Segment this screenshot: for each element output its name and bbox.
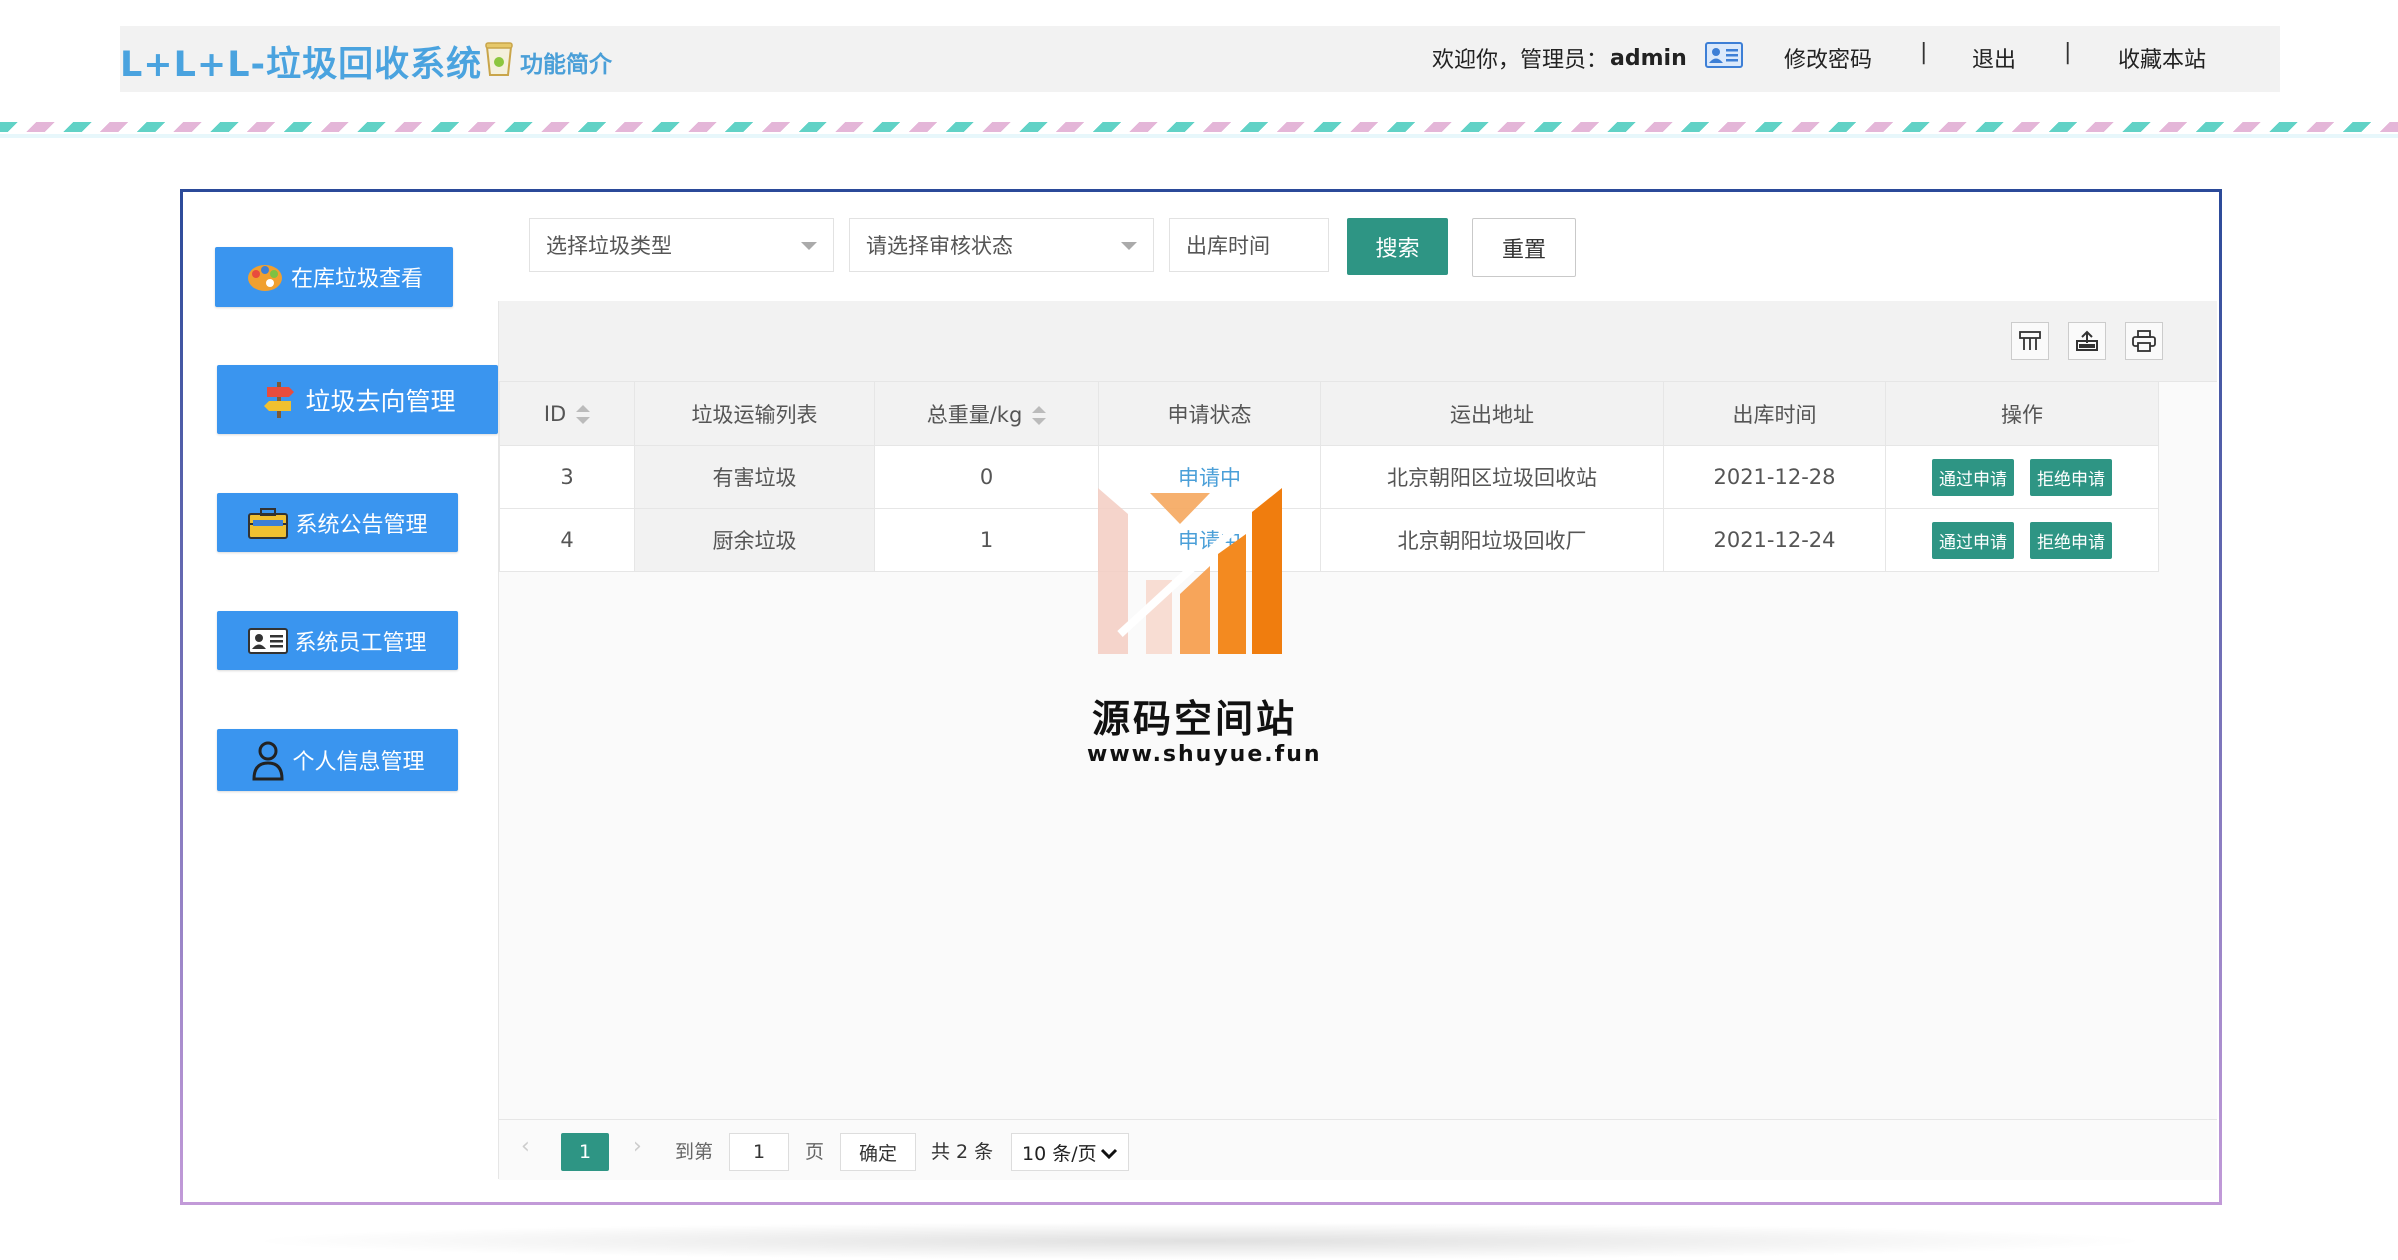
prev-page-icon[interactable]: ‹ [521,1134,530,1159]
goto-suffix: 页 [805,1141,825,1163]
bookmark-link[interactable]: 收藏本站 [2118,42,2206,74]
chevron-down-icon [1100,1144,1118,1166]
column-header-address: 运出地址 [1320,381,1664,446]
sidebar-item-announcement[interactable]: 系统公告管理 [217,493,458,552]
sidebar-item-staff[interactable]: 系统员工管理 [217,611,458,670]
sidebar-item-destination[interactable]: 垃圾去向管理 [217,365,498,434]
sidebar-item-inventory[interactable]: 在库垃圾查看 [215,247,453,307]
garbage-type-value: 选择垃圾类型 [546,234,672,258]
column-header-label: ID [543,401,567,426]
watermark-title: 源码空间站 [1092,697,1298,741]
approve-button[interactable]: 通过申请 [1932,458,2014,496]
cell-type: 有害垃圾 [634,445,875,509]
sort-icon[interactable] [576,404,591,425]
goto-prefix: 到第 [675,1141,714,1163]
stripe-underline [0,134,2398,138]
column-header-date: 出库时间 [1663,381,1886,446]
column-header-id[interactable]: ID [499,381,635,446]
intro-label: 功能简介 [520,52,612,78]
column-header-type: 垃圾运输列表 [634,381,875,446]
cell-weight: 1 [874,508,1099,572]
outbound-date-input[interactable]: 出库时间 [1169,218,1329,272]
top-header: L+L+L-垃圾回收系统 功能简介 欢迎你，管理员： admin 修改密码 | … [120,26,2280,92]
cell-address: 北京朝阳垃圾回收厂 [1320,508,1664,572]
welcome-text: 欢迎你，管理员： admin [1432,42,1743,74]
sidebar-item-label: 个人信息管理 [292,750,425,775]
column-header-status: 申请状态 [1098,381,1321,446]
airmail-stripe [0,122,2398,132]
column-header-actions: 操作 [1885,381,2159,446]
garbage-type-select[interactable]: 选择垃圾类型 [529,218,834,272]
total-count: 共 2 条 [931,1141,994,1163]
cell-actions: 通过申请 拒绝申请 [1885,508,2159,572]
cell-type: 厨余垃圾 [634,508,875,572]
cell-weight: 0 [874,445,1099,509]
page-size-value: 10 条/页 [1022,1142,1097,1165]
cell-address: 北京朝阳区垃圾回收站 [1320,445,1664,509]
signpost-icon [259,380,299,420]
column-header-label: 总重量/kg [926,402,1023,427]
cell-id: 4 [499,508,635,572]
user-icon [250,739,286,781]
cell-date: 2021-12-24 [1663,508,1886,572]
table-header-row: ID 垃圾运输列表 总重量/kg 申请状态 运出地址 出库时间 操作 [499,381,2159,446]
search-button[interactable]: 搜索 [1347,218,1448,275]
briefcase-icon [247,506,289,540]
cell-id: 3 [499,445,635,509]
cell-date: 2021-12-28 [1663,445,1886,509]
pagination: ‹ 1 › 到第 1 页 确定 共 2 条 10 条/页 [499,1119,2217,1180]
id-card-icon [248,627,289,655]
id-card-icon [1704,42,1743,74]
approve-button[interactable]: 通过申请 [1932,521,2014,559]
page-1-button[interactable]: 1 [561,1133,609,1171]
header-separator: | [2064,40,2072,65]
cell-actions: 通过申请 拒绝申请 [1885,445,2159,509]
sidebar-item-label: 系统公告管理 [295,512,428,538]
watermark-url: www.shuyue.fun [1087,742,1322,767]
column-header-weight[interactable]: 总重量/kg [874,381,1099,446]
columns-icon[interactable] [2011,322,2049,360]
print-icon[interactable] [2125,322,2163,360]
welcome-prefix: 欢迎你，管理员： [1432,48,1609,73]
table-toolbar [499,301,2217,382]
sidebar-item-label: 在库垃圾查看 [290,267,423,292]
table-area: ID 垃圾运输列表 总重量/kg 申请状态 运出地址 出库时间 操作 3 有害垃… [498,301,2217,1180]
page-bottom-shadow [240,1222,2160,1260]
date-placeholder: 出库时间 [1186,234,1270,258]
reject-button[interactable]: 拒绝申请 [2030,458,2112,496]
reject-button[interactable]: 拒绝申请 [2030,521,2112,559]
reset-button[interactable]: 重置 [1472,218,1576,277]
admin-username: admin [1610,45,1687,71]
sort-icon[interactable] [1032,405,1047,426]
goto-page-input[interactable]: 1 [729,1133,789,1171]
next-page-icon[interactable]: › [633,1134,642,1159]
change-password-link[interactable]: 修改密码 [1784,42,1872,74]
review-status-select[interactable]: 请选择审核状态 [849,218,1154,272]
app-logo: L+L+L-垃圾回收系统 [120,45,483,85]
review-status-value: 请选择审核状态 [866,234,1013,258]
palette-icon [245,260,285,294]
sidebar-item-label: 垃圾去向管理 [305,386,456,416]
chevron-down-icon [1121,242,1137,250]
chevron-down-icon [801,242,817,250]
header-separator: | [1920,40,1928,65]
goto-confirm-button[interactable]: 确定 [840,1133,916,1171]
logout-link[interactable]: 退出 [1972,42,2016,74]
cup-icon [484,40,514,84]
page-size-select[interactable]: 10 条/页 [1011,1133,1129,1171]
sidebar-item-label: 系统员工管理 [294,630,427,656]
sidebar-item-profile[interactable]: 个人信息管理 [217,729,458,791]
export-icon[interactable] [2068,322,2106,360]
intro-link[interactable]: 功能简介 [484,40,612,84]
